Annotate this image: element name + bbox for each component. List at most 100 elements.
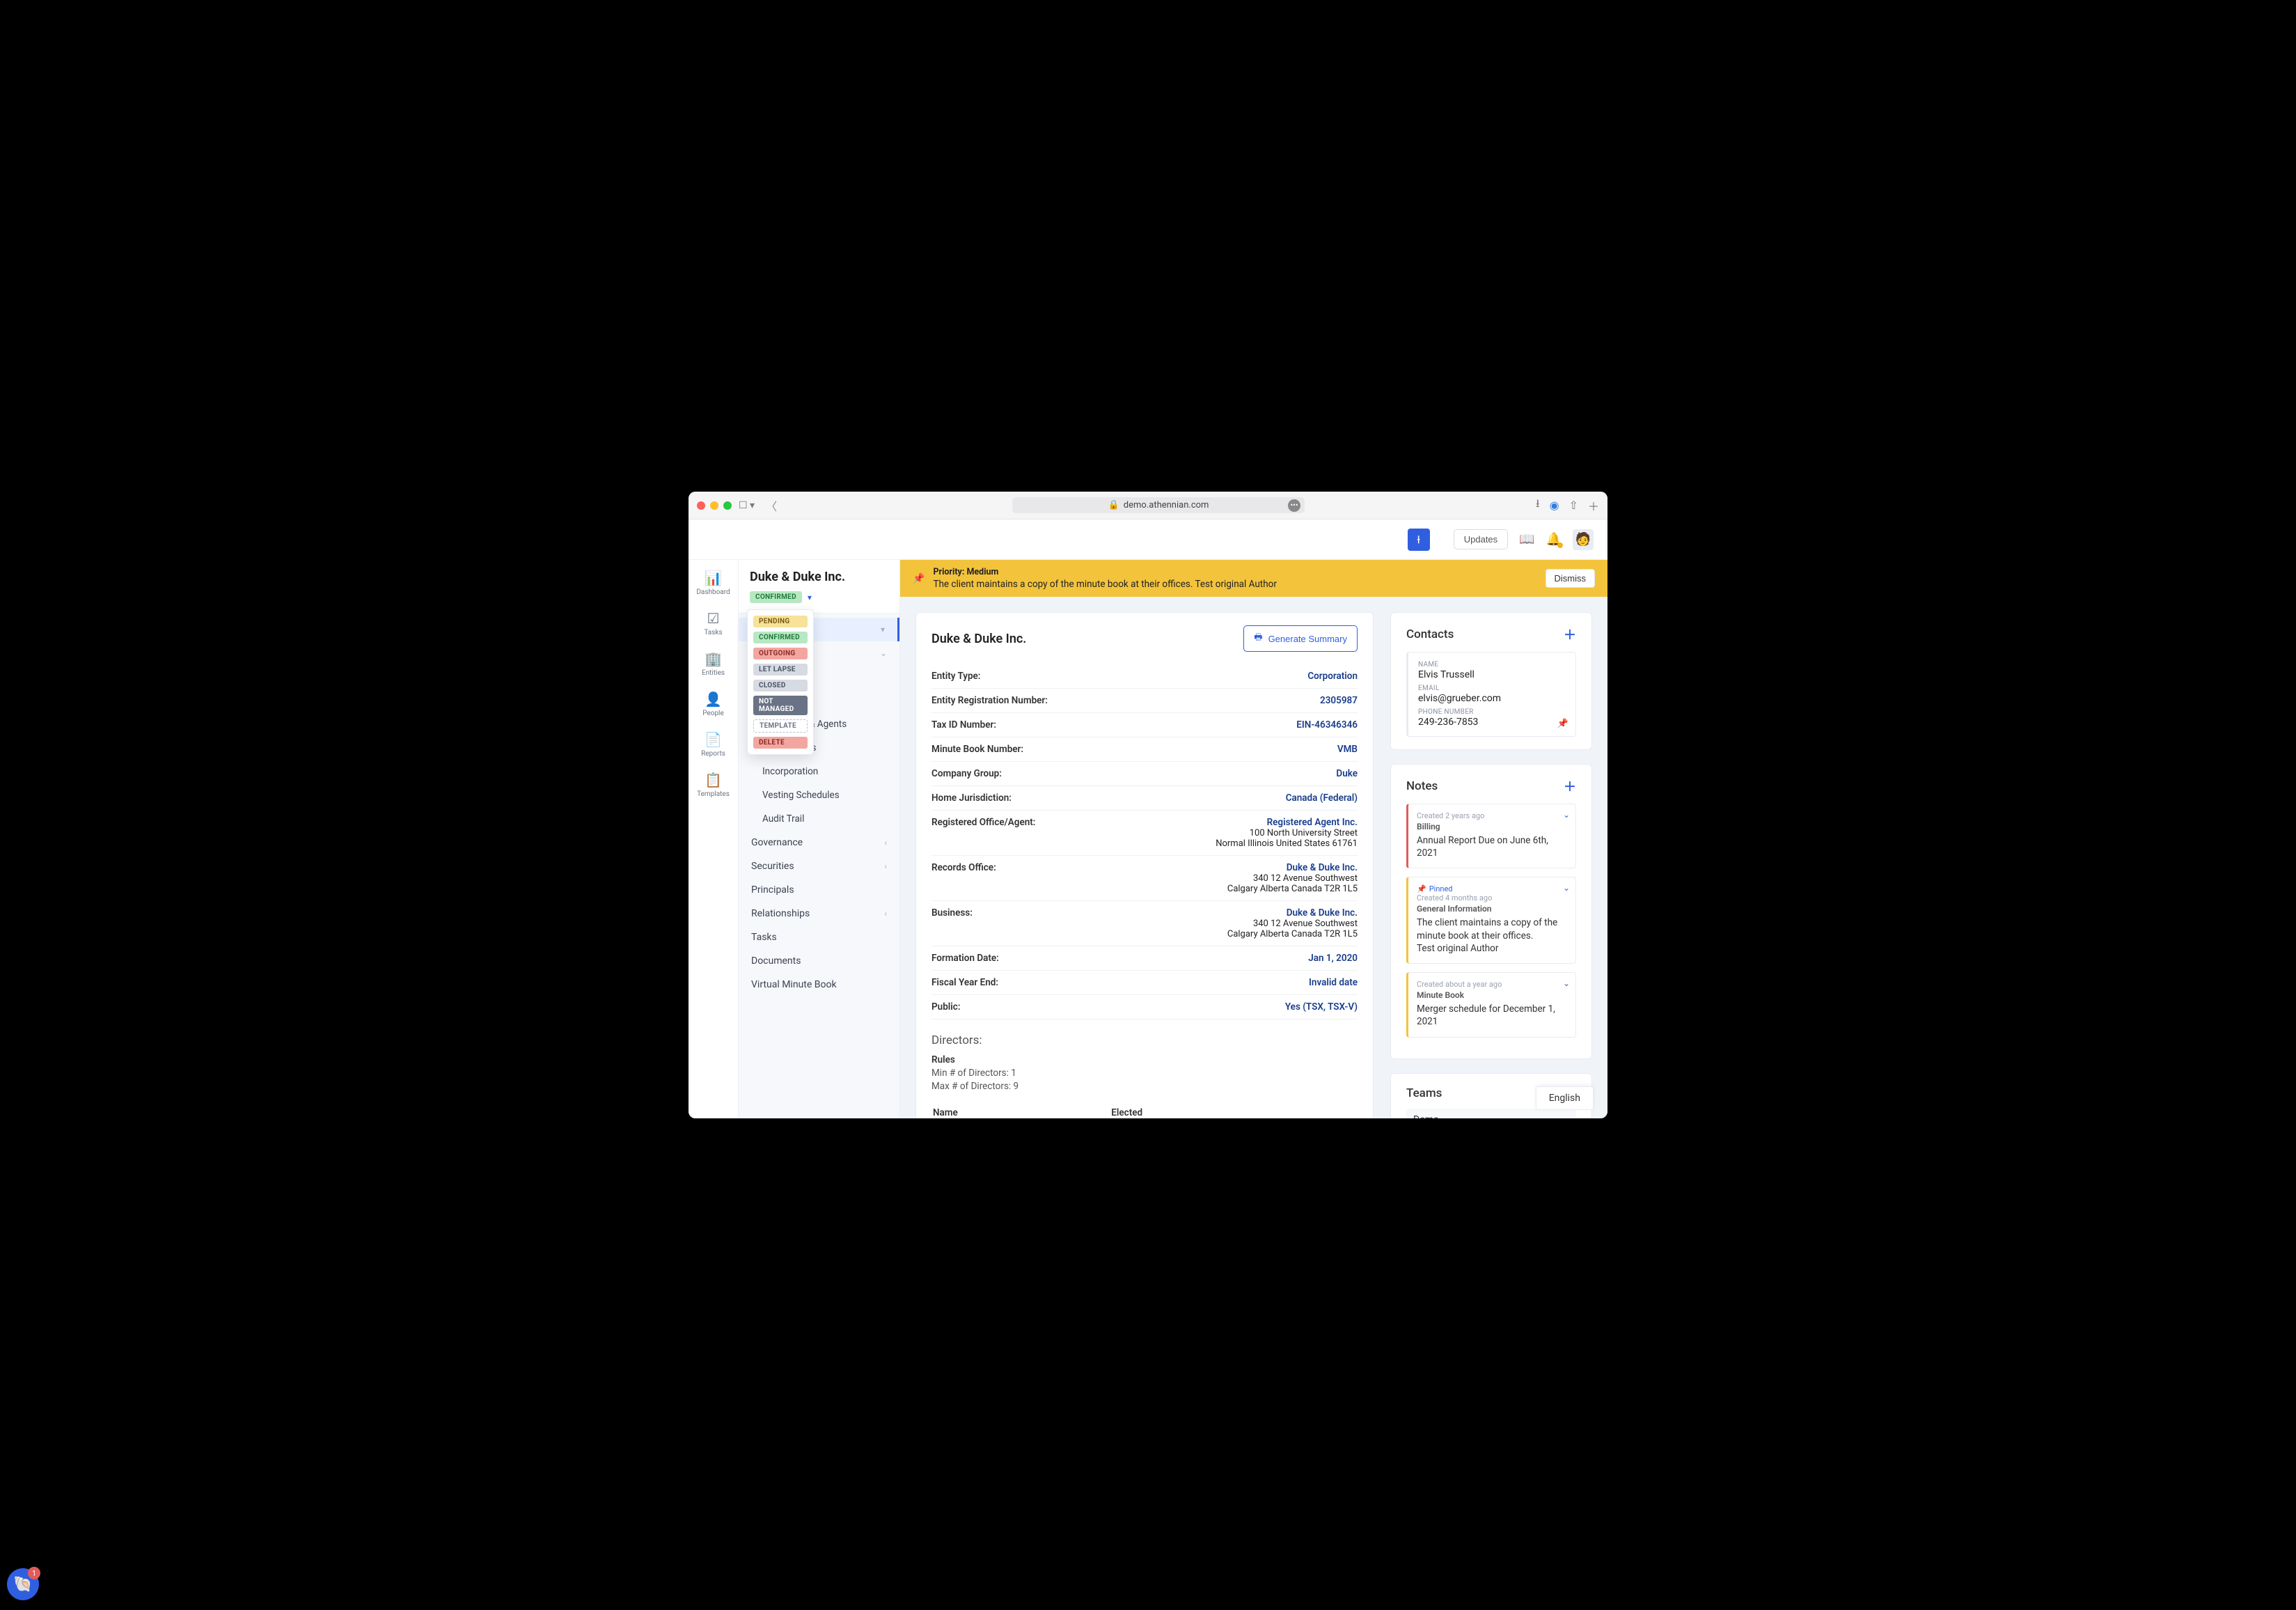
status-option-let-lapse[interactable]: LET LAPSE: [753, 664, 808, 675]
note-item[interactable]: ⌄ Created about a year ago Minute Book M…: [1406, 972, 1576, 1037]
row-entity-type: Entity Type: Corporation: [931, 664, 1358, 689]
label: Public:: [931, 1001, 961, 1013]
contact-email: elvis@grueber.com: [1418, 693, 1566, 704]
book-icon[interactable]: 📖: [1519, 532, 1534, 547]
nav-vesting[interactable]: Vesting Schedules: [739, 783, 899, 807]
add-note-button[interactable]: ＋: [1564, 777, 1576, 795]
address-bar[interactable]: 🔒 demo.athennian.com •••: [1012, 497, 1305, 513]
note-category: Billing: [1417, 822, 1567, 831]
label: Registered Office/Agent:: [931, 817, 1036, 828]
pin-icon: 📌: [1417, 884, 1426, 893]
status-option-confirmed[interactable]: CONFIRMED: [753, 632, 808, 643]
status-option-closed[interactable]: CLOSED: [753, 680, 808, 691]
note-item[interactable]: ⌄ Created 2 years ago Billing Annual Rep…: [1406, 804, 1576, 868]
app-logo-icon[interactable]: ⟊: [1408, 529, 1430, 551]
rail-label: Tasks: [704, 629, 722, 636]
url-text: demo.athennian.com: [1124, 500, 1209, 510]
nav-incorporation[interactable]: Incorporation: [739, 760, 899, 783]
nav-tasks[interactable]: Tasks: [739, 925, 899, 949]
minimize-window-icon[interactable]: [710, 501, 718, 510]
agent-name: Registered Agent Inc.: [1267, 817, 1358, 828]
nav-vmb[interactable]: Virtual Minute Book: [739, 973, 899, 997]
label: Business:: [931, 907, 973, 919]
rail-dashboard[interactable]: 📊Dashboard: [689, 564, 738, 602]
status-badge[interactable]: CONFIRMED: [750, 591, 802, 603]
reports-icon: 📄: [689, 731, 738, 748]
chevron-down-icon[interactable]: ⌄: [1563, 810, 1570, 820]
chevron-down-icon: ▾: [881, 625, 885, 634]
rail-tasks[interactable]: ☑ Tasks: [689, 604, 738, 642]
label: Entity Type:: [931, 671, 981, 682]
share-icon[interactable]: ⇧: [1569, 499, 1578, 512]
bell-icon[interactable]: 🔔: [1546, 532, 1562, 547]
chevron-left-icon: ‹: [884, 838, 887, 847]
back-button[interactable]: 〈: [762, 497, 781, 514]
col-name: Name: [933, 1103, 1110, 1118]
rail-label: Templates: [697, 790, 730, 798]
label: Company Group:: [931, 768, 1002, 779]
col-elected: Elected: [1111, 1103, 1236, 1118]
overview-title: Duke & Duke Inc.: [931, 632, 1026, 646]
status-option-pending[interactable]: PENDING: [753, 616, 808, 627]
new-tab-icon[interactable]: ＋: [1588, 497, 1599, 514]
extension-icon[interactable]: ◉: [1550, 499, 1559, 512]
sidebar-toggle-icon[interactable]: ☐ ▾: [739, 500, 755, 511]
value: 2305987: [1320, 695, 1358, 706]
nav-governance[interactable]: Governance‹: [739, 831, 899, 854]
status-option-not-managed[interactable]: NOT MANAGED: [753, 696, 808, 715]
value: EIN-46346346: [1296, 719, 1358, 730]
generate-label: Generate Summary: [1268, 634, 1347, 644]
user-avatar[interactable]: 🧑: [1573, 529, 1594, 550]
chevron-left-icon: ‹: [884, 909, 887, 919]
rail-people[interactable]: 👤People: [689, 685, 738, 723]
note-item[interactable]: ⌄ 📌Pinned Created 4 months ago General I…: [1406, 877, 1576, 964]
value: Invalid date: [1309, 977, 1358, 988]
more-site-icon[interactable]: •••: [1288, 499, 1300, 512]
pin-icon: 📌: [913, 573, 925, 584]
pin-icon[interactable]: 📌: [1557, 719, 1568, 729]
chevron-left-icon: ‹: [884, 861, 887, 871]
status-option-template[interactable]: TEMPLATE: [753, 719, 808, 733]
value: Canada (Federal): [1286, 792, 1358, 804]
overview-card: Duke & Duke Inc. 🖶 Generate Summary Enti…: [915, 612, 1374, 1118]
status-option-delete[interactable]: DELETE: [753, 737, 808, 749]
entities-icon: 🏢: [689, 650, 738, 667]
note-meta: Created 2 years ago: [1417, 811, 1567, 820]
value: Corporation: [1307, 671, 1358, 682]
close-window-icon[interactable]: [697, 501, 705, 510]
status-chevron-icon[interactable]: ▾: [808, 593, 812, 602]
row-business: Business: Duke & Duke Inc. 340 12 Avenue…: [931, 901, 1358, 946]
language-selector[interactable]: English: [1536, 1086, 1594, 1110]
status-option-outgoing[interactable]: OUTGOING: [753, 648, 808, 659]
dismiss-button[interactable]: Dismiss: [1546, 569, 1596, 588]
tasks-icon: ☑: [689, 610, 738, 627]
rail-templates[interactable]: 📋Templates: [689, 766, 738, 804]
nav-principals[interactable]: Principals: [739, 878, 899, 902]
generate-summary-button[interactable]: 🖶 Generate Summary: [1243, 625, 1358, 652]
status-dropdown: PENDING CONFIRMED OUTGOING LET LAPSE CLO…: [747, 609, 814, 755]
nav-documents[interactable]: Documents: [739, 949, 899, 973]
rule-max: Max # of Directors: 9: [931, 1081, 1358, 1092]
value: VMB: [1337, 744, 1358, 755]
rail-reports[interactable]: 📄Reports: [689, 726, 738, 763]
label: Records Office:: [931, 862, 996, 873]
note-body: Merger schedule for December 1, 2021: [1417, 1003, 1567, 1028]
nav-securities[interactable]: Securities‹: [739, 854, 899, 878]
rail-entities[interactable]: 🏢Entities: [689, 645, 738, 682]
business-name: Duke & Duke Inc.: [1287, 907, 1358, 919]
nav-relationships[interactable]: Relationships‹: [739, 902, 899, 925]
contact-card[interactable]: NAME Elvis Trussell EMAIL elvis@grueber.…: [1406, 652, 1576, 737]
updates-button[interactable]: Updates: [1454, 529, 1508, 549]
row-tax-id: Tax ID Number:EIN-46346346: [931, 713, 1358, 737]
value: Duke: [1336, 768, 1358, 779]
add-contact-button[interactable]: ＋: [1564, 625, 1576, 643]
chevron-down-icon[interactable]: ⌄: [1563, 978, 1570, 988]
rail-label: Dashboard: [696, 588, 730, 596]
nav-audit[interactable]: Audit Trail: [739, 807, 899, 831]
maximize-window-icon[interactable]: [723, 501, 732, 510]
entity-title: Duke & Duke Inc.: [750, 570, 888, 584]
address-line: Calgary Alberta Canada T2R 1L5: [1227, 929, 1358, 939]
download-icon[interactable]: ⭳: [1536, 496, 1540, 515]
chevron-down-icon[interactable]: ⌄: [1563, 883, 1570, 893]
row-formation-date: Formation Date:Jan 1, 2020: [931, 946, 1358, 971]
